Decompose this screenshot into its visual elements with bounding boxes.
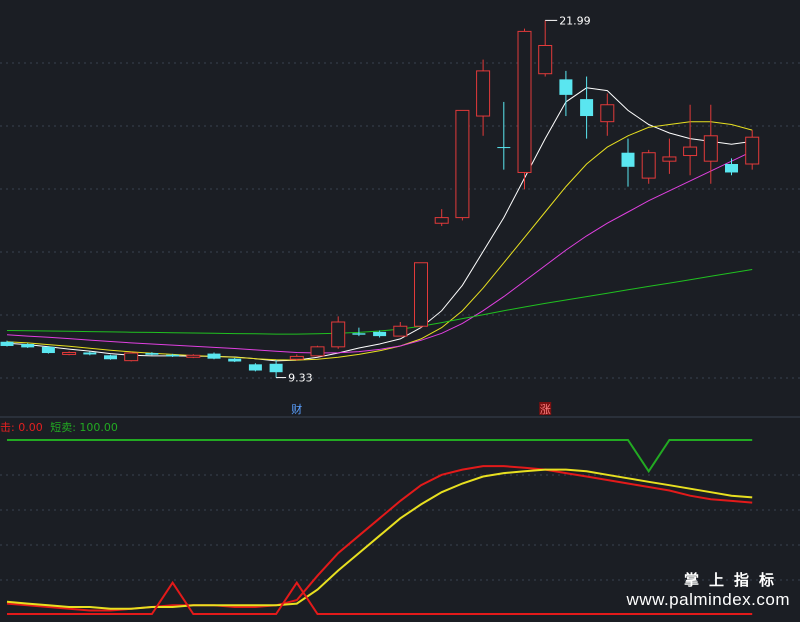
candle-body xyxy=(0,341,14,346)
candle-body xyxy=(248,364,262,371)
candle-body xyxy=(207,353,221,359)
low-label: 9.33 xyxy=(288,372,313,385)
watermark: 掌上指标 www.palmindex.com xyxy=(627,569,790,610)
candle-body xyxy=(186,354,201,358)
candle-body xyxy=(104,355,117,360)
indicator-legend: 击: 0.00 短卖: 100.00 xyxy=(0,419,118,435)
candle-body xyxy=(455,109,470,219)
legend-label-2: 短卖: 100.00 xyxy=(50,421,118,434)
candle-body xyxy=(703,135,718,162)
legend-label-1: 击: 0.00 xyxy=(0,421,43,434)
candle-body xyxy=(725,164,738,173)
chart-canvas: 21.99 9.33 财 涨 xyxy=(0,0,800,622)
candle-body xyxy=(600,104,615,123)
candle-body xyxy=(662,156,677,162)
candle-body xyxy=(559,79,573,95)
watermark-cn: 掌上指标 xyxy=(683,572,784,589)
candle-body xyxy=(41,346,55,354)
marker-label: 涨 xyxy=(540,403,551,416)
candle-body xyxy=(641,152,656,179)
candle-body xyxy=(166,354,180,357)
candle-body xyxy=(434,217,449,224)
candle-body xyxy=(21,344,35,348)
marker-label: 财 xyxy=(291,402,302,416)
candle-body xyxy=(517,30,532,173)
candle-body xyxy=(373,331,387,337)
candle-body xyxy=(289,355,304,360)
candle-body xyxy=(497,147,511,149)
candle-body xyxy=(83,352,97,355)
candle-body xyxy=(683,146,698,157)
candle-body xyxy=(310,346,325,357)
candle-body xyxy=(331,321,346,348)
chart-background xyxy=(0,0,800,622)
candle-body xyxy=(269,363,283,373)
candle-body xyxy=(124,352,139,362)
candle-body xyxy=(580,99,594,117)
candle-body xyxy=(745,136,760,165)
candle-body xyxy=(393,325,408,337)
high-label: 21.99 xyxy=(559,14,591,27)
candle-body xyxy=(352,333,366,335)
candle-body xyxy=(621,152,635,167)
candle-body xyxy=(145,353,159,355)
candle-body xyxy=(476,70,491,117)
candle-body xyxy=(414,262,428,327)
candle-body xyxy=(228,358,242,362)
watermark-url: www.palmindex.com xyxy=(626,590,790,609)
candle-body xyxy=(538,45,553,75)
candle-body xyxy=(62,351,77,355)
